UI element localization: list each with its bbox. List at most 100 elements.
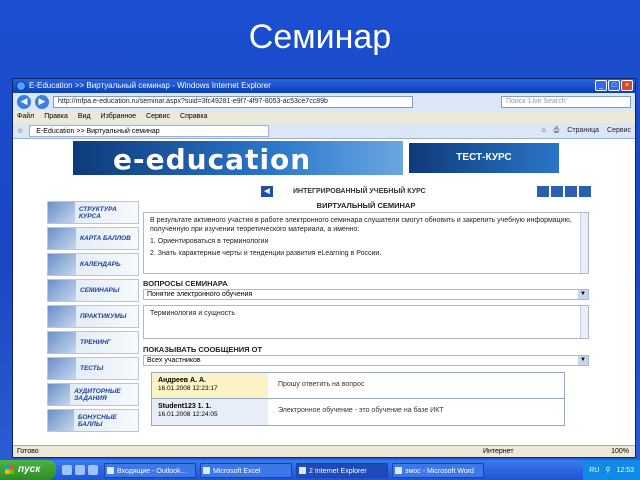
taskbar-item-word[interactable]: эмос - Microsoft Word <box>392 462 484 478</box>
show-messages-label: ПОКАЗЫВАТЬ СООБЩЕНИЯ ОТ <box>143 345 263 354</box>
participants-selected: Всех участников <box>147 357 201 364</box>
seminar-main: ВИРТУАЛЬНЫЙ СЕМИНАР В результате активно… <box>143 201 589 426</box>
menu-bar: Файл Правка Вид Избранное Сервис Справка <box>13 111 635 123</box>
table-row[interactable]: Student123 1. 1. 16.01.2008 12:24:05 Эле… <box>152 399 564 425</box>
browser-tab[interactable]: E-Education >> Виртуальный семинар <box>29 124 270 137</box>
browser-window: E-Education >> Виртуальный семинар - Win… <box>12 78 636 458</box>
message-author-cell: Андреев А. А. 16.01.2008 12:23:17 <box>152 373 268 398</box>
sidebar-item-structure[interactable]: СТРУКТУРА КУРСА <box>47 201 139 224</box>
training-thumb <box>48 332 76 353</box>
status-bar: Готово Интернет 100% <box>13 445 635 457</box>
seminar-description: В результате активного участия в работе … <box>143 212 589 274</box>
scores-thumb <box>48 228 76 249</box>
course-bar: ◀ ИНТЕГРИРОВАННЫЙ УЧЕБНЫЙ КУРС <box>261 185 591 197</box>
clock: 12:53 <box>616 466 634 474</box>
message-date: 16.01.2008 12:24:05 <box>158 411 218 418</box>
favorites-star-icon[interactable]: ☆ <box>17 127 23 135</box>
menu-help[interactable]: Справка <box>180 111 207 123</box>
taskbar-item-outlook[interactable]: Входящие - Outlook... <box>104 462 196 478</box>
window-title: E-Education >> Виртуальный семинар - Win… <box>29 81 271 90</box>
quick-launch <box>62 465 98 475</box>
course-title: ИНТЕГРИРОВАННЫЙ УЧЕБНЫЙ КУРС <box>293 187 426 195</box>
tests-thumb <box>48 358 76 379</box>
message-author: Андреев А. А. <box>158 377 206 384</box>
sidebar-item-label: КАЛЕНДАРЬ <box>80 261 121 268</box>
menu-tools[interactable]: Сервис <box>146 111 170 123</box>
url-input[interactable]: http://mfpa.e-education.ru/seminar.aspx?… <box>53 96 413 108</box>
help-icon[interactable] <box>551 185 563 197</box>
next-arrow-icon[interactable] <box>537 185 549 197</box>
back-icon[interactable]: ◀ <box>17 95 31 109</box>
chevron-down-icon[interactable]: ▼ <box>578 356 588 365</box>
taskbar: пуск Входящие - Outlook... Microsoft Exc… <box>0 460 640 480</box>
structure-thumb <box>48 202 75 223</box>
network-icon[interactable]: ⚲ <box>605 466 610 474</box>
sidebar-item-label: ТЕСТЫ <box>80 365 104 372</box>
print-page-icon[interactable] <box>565 185 577 197</box>
sidebar-item-class-tasks[interactable]: АУДИТОРНЫЕ ЗАДАНИЯ <box>47 383 139 406</box>
menu-view[interactable]: Вид <box>78 111 91 123</box>
seminar-goal-1: 1. Ориентироваться в терминологии <box>150 238 269 245</box>
system-tray: RU ⚲ 12:53 <box>583 460 640 480</box>
maximize-button[interactable]: □ <box>608 80 620 91</box>
sidebar-item-label: ТРЕНИНГ <box>80 339 111 346</box>
quick-launch-icon[interactable] <box>62 465 72 475</box>
menu-favorites[interactable]: Избранное <box>101 111 136 123</box>
seminar-title: ВИРТУАЛЬНЫЙ СЕМИНАР <box>316 201 416 210</box>
sidebar-item-scores[interactable]: КАРТА БАЛЛОВ <box>47 227 139 250</box>
security-zone: Интернет <box>483 448 514 455</box>
question-text-box: Терминология и сущность <box>143 305 589 339</box>
question-scrollbar[interactable] <box>580 306 588 338</box>
message-date: 16.01.2008 12:23:17 <box>158 385 218 392</box>
table-row[interactable]: Андреев А. А. 16.01.2008 12:23:17 Прошу … <box>152 373 564 399</box>
seminar-intro: В результате активного участия в работе … <box>150 217 572 233</box>
print-icon[interactable]: ⎙ <box>554 127 560 135</box>
sidebar-item-tests[interactable]: ТЕСТЫ <box>47 357 139 380</box>
search-input[interactable]: Поиск 'Live Search' <box>501 96 631 108</box>
home-icon[interactable]: ⌂ <box>541 127 545 135</box>
start-button[interactable]: пуск <box>0 460 56 480</box>
page-menu[interactable]: Страница <box>567 127 599 135</box>
tools-menu[interactable]: Сервис <box>607 127 631 135</box>
quick-launch-icon[interactable] <box>75 465 85 475</box>
site-banner: e-education <box>73 141 403 176</box>
site-logo: e-education <box>113 143 312 176</box>
message-author: Student123 1. 1. <box>158 403 212 410</box>
sidebar-item-seminars[interactable]: СЕМИНАРЫ <box>47 279 139 302</box>
close-button[interactable]: × <box>621 80 633 91</box>
class-tasks-thumb <box>48 384 71 405</box>
taskbar-item-ie[interactable]: 2 Internet Explorer <box>296 462 388 478</box>
sidebar-item-bonus[interactable]: БОНУСНЫЕ БАЛЛЫ <box>47 409 139 432</box>
sidebar-item-label: СЕМИНАРЫ <box>80 287 120 294</box>
prev-arrow-icon[interactable]: ◀ <box>261 185 273 197</box>
menu-edit[interactable]: Правка <box>44 111 68 123</box>
practicum-thumb <box>48 306 76 327</box>
sidebar-item-label: КАРТА БАЛЛОВ <box>80 235 131 242</box>
sidebar-item-training[interactable]: ТРЕНИНГ <box>47 331 139 354</box>
sidebar-item-calendar[interactable]: КАЛЕНДАРЬ <box>47 253 139 276</box>
quick-launch-icon[interactable] <box>88 465 98 475</box>
questions-label: ВОПРОСЫ СЕМИНАРА <box>143 279 228 288</box>
tab-bar: ☆ E-Education >> Виртуальный семинар ⌂ ⎙… <box>13 123 635 139</box>
question-text: Терминология и сущность <box>150 310 235 317</box>
sidebar-item-label: АУДИТОРНЫЕ ЗАДАНИЯ <box>74 387 121 402</box>
sidebar-item-practicum[interactable]: ПРАКТИКУМЫ <box>47 305 139 328</box>
participants-select[interactable]: Всех участников ▼ <box>143 355 589 366</box>
taskbar-item-excel[interactable]: Microsoft Excel <box>200 462 292 478</box>
course-sidebar: СТРУКТУРА КУРСА КАРТА БАЛЛОВ КАЛЕНДАРЬ С… <box>47 201 139 435</box>
menu-file[interactable]: Файл <box>17 111 34 123</box>
ie-icon <box>16 81 26 91</box>
zoom-level[interactable]: 100% <box>611 446 629 457</box>
chevron-down-icon[interactable]: ▼ <box>578 290 588 299</box>
message-text: Прошу ответить на вопрос <box>278 381 365 388</box>
question-select[interactable]: Понятие электронного обучения ▼ <box>143 289 589 300</box>
language-indicator[interactable]: RU <box>589 467 599 474</box>
message-author-cell: Student123 1. 1. 16.01.2008 12:24:05 <box>152 399 268 425</box>
forward-icon[interactable]: ▶ <box>35 95 49 109</box>
address-bar: ◀ ▶ http://mfpa.e-education.ru/seminar.a… <box>13 93 635 111</box>
sidebar-item-label: БОНУСНЫЕ БАЛЛЫ <box>77 413 117 428</box>
mail-icon[interactable] <box>579 185 591 197</box>
seminars-thumb <box>48 280 76 301</box>
minimize-button[interactable]: _ <box>595 80 607 91</box>
description-scrollbar[interactable] <box>580 213 588 273</box>
